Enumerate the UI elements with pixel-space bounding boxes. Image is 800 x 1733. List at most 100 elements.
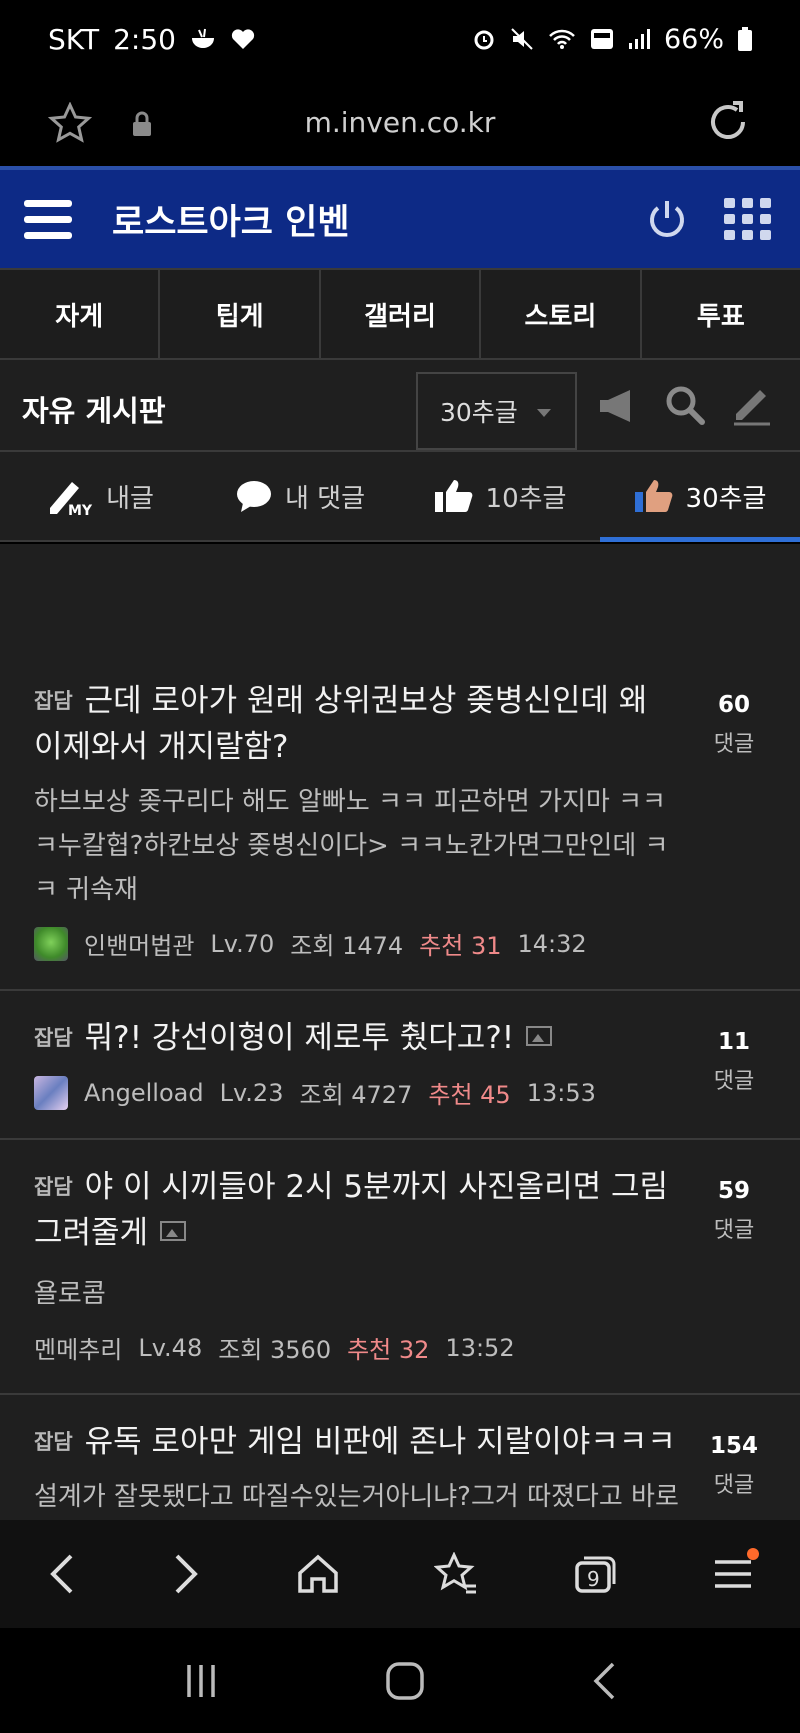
forward-chevron-icon[interactable]: [171, 1552, 201, 1596]
recent-apps-icon[interactable]: [183, 1663, 219, 1699]
system-nav-bar: [0, 1628, 800, 1733]
app-title[interactable]: 로스트아크 인벤: [112, 194, 350, 245]
home-icon[interactable]: [296, 1553, 340, 1595]
comment-count-badge[interactable]: 154 댓글: [698, 1433, 770, 1499]
megaphone-icon[interactable]: [598, 388, 638, 424]
post-author[interactable]: Angelload: [84, 1079, 204, 1107]
post-category: 잡담: [34, 1026, 73, 1050]
filter-tabs: MY 내글 내 댓글 10추글 30추글: [0, 452, 800, 542]
search-icon[interactable]: [664, 384, 706, 426]
post-level: Lv.48: [138, 1333, 203, 1362]
post-meta: 인밴머법관 Lv.70 조회 1474 추천 31 14:32: [34, 926, 680, 961]
post-title[interactable]: 뭐?! 강선이형이 제로투 췄다고?!: [85, 1020, 515, 1056]
comment-count-badge[interactable]: 11 댓글: [698, 1029, 770, 1095]
post-title[interactable]: 유독 로아만 게임 비판에 존나 지랄이야ㅋㅋㅋ: [85, 1424, 676, 1460]
status-bar: SKT 2:50 66%: [0, 0, 800, 78]
filter-30-likes[interactable]: 30추글: [600, 452, 800, 542]
post-item[interactable]: 잡담 근데 로아가 원래 상위권보상 좆병신인데 왜 이제와서 개지랄함? 하브보…: [0, 654, 800, 991]
post-meta: 멘메추리 Lv.48 조회 3560 추천 32 13:52: [34, 1330, 680, 1365]
post-preview: 하브보상 좆구리다 해도 알빠노 ㅋㅋ 피곤하면 가지마 ㅋㅋㅋ누칼협?하칸보상…: [34, 787, 669, 905]
image-attachment-icon: [160, 1221, 187, 1241]
post-category: 잡담: [34, 1430, 73, 1454]
tab-gallery[interactable]: 갤러리: [321, 270, 482, 358]
post-title-line: 잡담 뭐?! 강선이형이 제로투 췄다고?!: [34, 1015, 680, 1061]
menu-icon[interactable]: [713, 1548, 759, 1592]
power-icon[interactable]: [646, 198, 688, 240]
svg-text:MY: MY: [68, 503, 93, 516]
post-author[interactable]: 인밴머법관: [84, 926, 194, 961]
post-title-line: 잡담 유독 로아만 게임 비판에 존나 지랄이야ㅋㅋㅋ: [34, 1419, 680, 1465]
apps-grid-icon[interactable]: [724, 198, 772, 240]
post-category: 잡담: [34, 1175, 73, 1199]
battery-percent: 66%: [663, 23, 724, 55]
tab-tips[interactable]: 팁게: [160, 270, 321, 358]
comment-count-badge[interactable]: 59 댓글: [698, 1178, 770, 1244]
post-views: 조회 1474: [290, 932, 404, 960]
filter-my-comments[interactable]: 내 댓글: [200, 452, 400, 540]
comment-count-label: 댓글: [713, 732, 755, 757]
post-item[interactable]: 잡담 뭐?! 강선이형이 제로투 췄다고?! Angelload Lv.23 조회…: [0, 991, 800, 1140]
wifi-icon: [548, 28, 576, 50]
post-title[interactable]: 근데 로아가 원래 상위권보상 좆병신인데 왜 이제와서 개지랄함?: [34, 683, 647, 765]
comment-count: 154: [709, 1433, 758, 1459]
post-time: 13:52: [445, 1333, 515, 1362]
reload-icon[interactable]: [706, 100, 750, 144]
heart-icon: [230, 27, 256, 51]
comment-count-label: 댓글: [713, 1069, 755, 1094]
post-title-line: 잡담 근데 로아가 원래 상위권보상 좆병신인데 왜 이제와서 개지랄함?: [34, 678, 680, 770]
post-preview: 설계가 잘못됐다고 따질수있는거아니냐?그거 따졌다고 바로 갓: [34, 1482, 680, 1512]
clock: 2:50: [113, 22, 176, 56]
list-top-spacer: [0, 544, 800, 654]
write-pencil-icon[interactable]: [730, 384, 774, 426]
home-button-icon[interactable]: [385, 1661, 425, 1701]
bookmarks-star-icon[interactable]: [434, 1552, 480, 1596]
comment-count-label: 댓글: [713, 1473, 755, 1498]
alarm-icon: [472, 27, 496, 51]
sort-dropdown[interactable]: 30추글: [416, 372, 577, 450]
filter-label: 30추글: [685, 483, 767, 514]
post-likes: 추천 31: [419, 932, 502, 960]
tab-free-board[interactable]: 자게: [0, 270, 161, 358]
filter-label: 10추글: [485, 483, 567, 514]
post-item[interactable]: 잡담 야 이 시끼들아 2시 5분까지 사진올리면 그림 그려줄게 욜로콤 멘메추…: [0, 1140, 800, 1395]
post-category: 잡담: [34, 689, 73, 713]
url-text[interactable]: m.inven.co.kr: [0, 106, 800, 139]
back-chevron-icon[interactable]: [47, 1552, 77, 1596]
chevron-down-icon: [537, 409, 551, 417]
app-header: 로스트아크 인벤: [0, 166, 800, 268]
rice-bowl-icon: [190, 27, 216, 51]
system-back-icon[interactable]: [591, 1661, 617, 1701]
pencil-my-icon: MY: [46, 476, 94, 516]
comment-count: 59: [717, 1178, 750, 1204]
tabs-count-icon[interactable]: 9: [574, 1553, 618, 1595]
image-attachment-icon: [526, 1026, 553, 1046]
board-tabs: 자게 팁게 갤러리 스토리 투표: [0, 268, 800, 360]
comment-count: 60: [717, 692, 750, 718]
avatar: [34, 926, 68, 961]
post-item[interactable]: 잡담 유독 로아만 게임 비판에 존나 지랄이야ㅋㅋㅋ 설계가 잘못됐다고 따질수…: [0, 1395, 800, 1520]
filter-10-likes[interactable]: 10추글: [400, 452, 600, 540]
tab-vote[interactable]: 투표: [642, 270, 800, 358]
comment-count: 11: [717, 1029, 750, 1055]
carrier-label: SKT: [48, 22, 100, 56]
post-title[interactable]: 야 이 시끼들아 2시 5분까지 사진올리면 그림 그려줄게: [34, 1169, 668, 1251]
hamburger-menu-icon[interactable]: [24, 200, 72, 240]
comment-count-label: 댓글: [713, 1218, 755, 1243]
post-level: Lv.70: [210, 929, 275, 958]
filter-my-posts[interactable]: MY 내글: [0, 452, 200, 540]
signal-icon: [628, 28, 650, 50]
board-title: 자유 게시판: [22, 394, 166, 428]
battery-icon: [738, 27, 752, 51]
avatar: [34, 1075, 68, 1110]
filter-label: 내 댓글: [284, 483, 366, 514]
post-author[interactable]: 멘메추리: [34, 1330, 122, 1365]
post-list: 잡담 근데 로아가 원래 상위권보상 좆병신인데 왜 이제와서 개지랄함? 하브보…: [0, 654, 800, 1520]
hd-voice-icon: [590, 28, 614, 50]
post-title-line: 잡담 야 이 시끼들아 2시 5분까지 사진올리면 그림 그려줄게: [34, 1164, 680, 1256]
post-level: Lv.23: [219, 1078, 284, 1107]
post-views: 조회 3560: [218, 1336, 332, 1364]
comment-count-badge[interactable]: 60 댓글: [698, 692, 770, 758]
tab-story[interactable]: 스토리: [481, 270, 642, 358]
sort-selected-label: 30추글: [440, 398, 518, 427]
thumbs-up-icon: [434, 478, 474, 514]
